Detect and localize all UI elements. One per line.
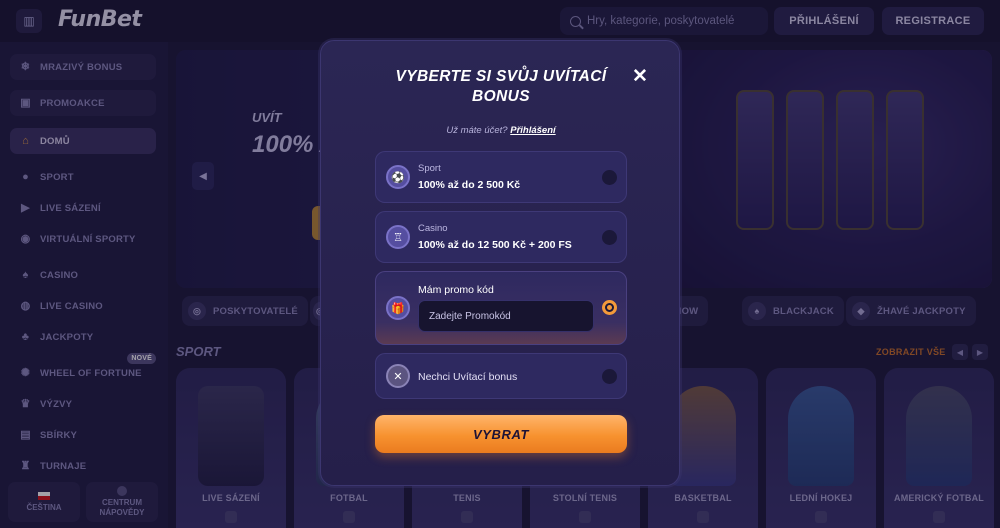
bonus-option-casino[interactable]: ♖ Casino 100% až do 12 500 Kč + 200 FS [375,211,627,263]
bonus-option-no-bonus[interactable]: ✕ Nechci Uvítací bonus [375,353,627,399]
login-link[interactable]: Přihlášení [510,125,555,136]
promo-label: Mám promo kód [418,284,494,296]
gift-icon: 🎁 [386,296,410,320]
option-offer: 100% až do 2 500 Kč [418,179,521,191]
bonus-option-sport[interactable]: ⚽ Sport 100% až do 2 500 Kč [375,151,627,203]
close-icon[interactable]: ✕ [629,65,651,87]
close-circle-icon: ✕ [386,364,410,388]
radio-no-bonus[interactable] [602,369,617,384]
welcome-bonus-modal: VYBERTE SI SVŮJ UVÍTACÍ BONUS ✕ Už máte … [320,40,680,486]
option-category: Sport [418,163,441,174]
promo-code-input[interactable] [418,300,594,332]
select-bonus-button[interactable]: VYBRAT [375,415,627,453]
login-prompt: Už máte účet? Přihlášení [321,125,681,136]
soccer-ball-icon: ⚽ [386,165,410,189]
modal-title: VYBERTE SI SVŮJ UVÍTACÍ BONUS [395,68,607,105]
slot-icon: ♖ [386,225,410,249]
radio-sport[interactable] [602,170,617,185]
bonus-option-promo-code[interactable]: 🎁 Mám promo kód [375,271,627,345]
radio-promo-code[interactable] [602,300,617,315]
radio-casino[interactable] [602,230,617,245]
option-category: Casino [418,223,448,234]
no-bonus-label: Nechci Uvítací bonus [418,371,518,383]
login-prompt-text: Už máte účet? [446,125,508,136]
option-offer: 100% až do 12 500 Kč + 200 FS [418,239,572,251]
